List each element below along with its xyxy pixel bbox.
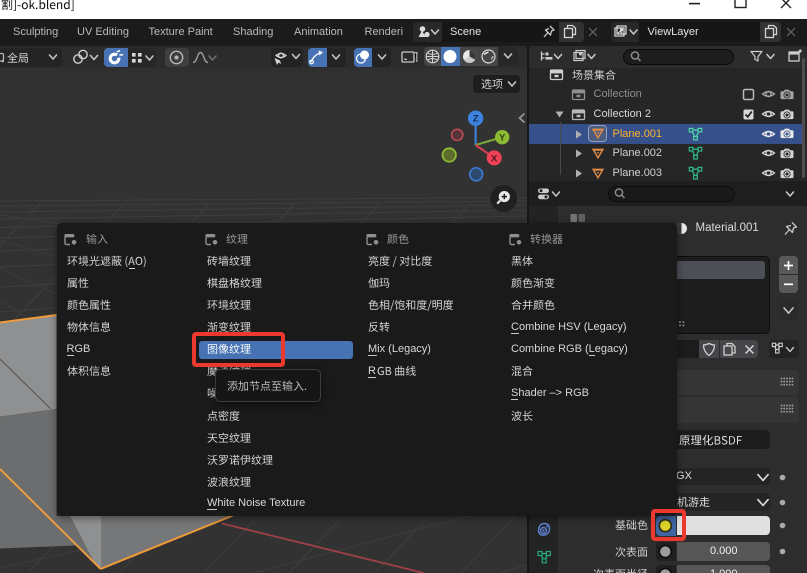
svg-text:Z: Z — [473, 114, 479, 125]
svg-text:X: X — [491, 153, 498, 164]
svg-text:Y: Y — [499, 133, 506, 144]
